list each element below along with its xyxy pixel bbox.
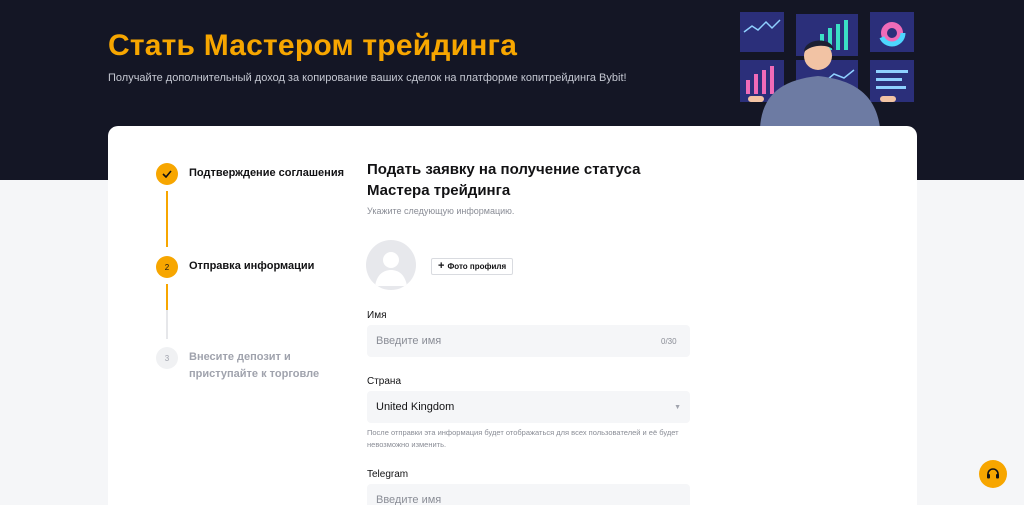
name-field-label: Имя [367, 310, 387, 321]
step-connector [166, 310, 168, 339]
plus-icon: + [438, 260, 445, 272]
form-subtitle: Укажите следующую информацию. [367, 206, 515, 216]
name-char-counter: 0/30 [661, 337, 677, 346]
headset-icon [987, 468, 999, 479]
step-label: Внесите депозит и приступайте к торговле [189, 351, 320, 380]
page-title: Стать Мастером трейдинга [108, 29, 518, 62]
user-silhouette-icon [375, 252, 407, 286]
step-connector [166, 284, 168, 310]
step-number: 2 [156, 256, 178, 278]
support-chat-button[interactable] [979, 460, 1007, 488]
check-icon [162, 170, 172, 178]
caret-down-icon: ▼ [674, 403, 681, 411]
step-number: 3 [156, 347, 178, 369]
step-submit-info: 2 Отправка информации [156, 256, 314, 278]
step-label: Отправка информации [189, 260, 315, 272]
avatar[interactable] [366, 240, 416, 290]
country-hint: После отправки эта информация будет отоб… [367, 428, 679, 449]
application-card: Подтверждение соглашения 2 Отправка инфо… [108, 126, 917, 505]
step-completed-indicator [156, 163, 178, 185]
step-agreement: Подтверждение соглашения [156, 163, 344, 185]
page-subtitle: Получайте дополнительный доход за копиро… [108, 72, 627, 84]
profile-photo-button[interactable]: + Фото профиля [431, 258, 514, 275]
trader-illustration [740, 12, 914, 128]
name-input[interactable] [367, 325, 690, 357]
country-select[interactable]: United Kingdom ▼ [367, 391, 690, 423]
telegram-field-label: Telegram [367, 469, 409, 480]
profile-photo-button-label: Фото профиля [447, 262, 507, 271]
country-select-value: United Kingdom [376, 401, 455, 413]
country-field-label: Страна [367, 376, 402, 387]
step-label: Подтверждение соглашения [189, 167, 344, 179]
step-deposit: 3 Внесите депозит и приступайте к торгов… [156, 347, 329, 383]
step-connector [166, 191, 168, 247]
form-title: Подать заявку на получение статуса Масте… [367, 161, 641, 199]
telegram-input[interactable] [367, 484, 690, 505]
